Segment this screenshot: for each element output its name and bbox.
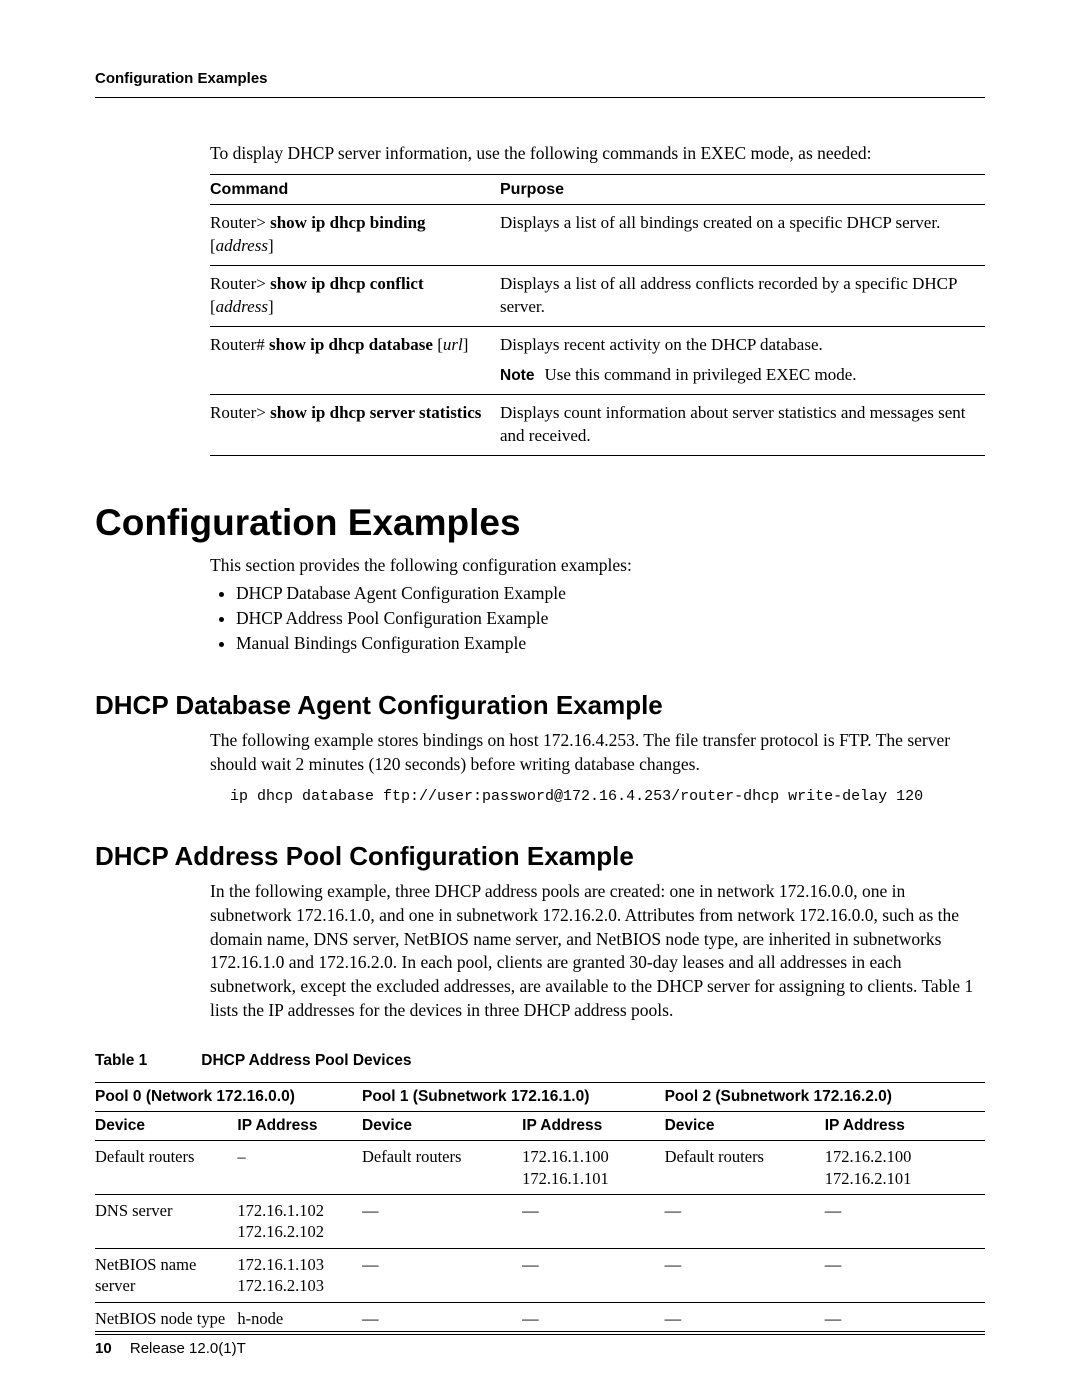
cell: 172.16.1.103 172.16.2.103 [237, 1248, 362, 1302]
cell: — [825, 1248, 985, 1302]
table-row: NetBIOS name server172.16.1.103 172.16.2… [95, 1248, 985, 1302]
sub1-paragraph: The following example stores bindings on… [210, 729, 985, 776]
cell: NetBIOS node type [95, 1302, 237, 1334]
purpose-cell: Displays recent activity on the DHCP dat… [500, 326, 985, 394]
col-header: Device [362, 1112, 522, 1141]
command-cell: Router> show ip dhcp conflict [address] [210, 265, 500, 326]
command-cell: Router> show ip dhcp binding [address] [210, 205, 500, 266]
command-cell: Router# show ip dhcp database [url] [210, 326, 500, 394]
table-row: NetBIOS node typeh-node———— [95, 1302, 985, 1334]
example-list: DHCP Database Agent Configuration Exampl… [210, 583, 985, 654]
page-footer: 10 Release 12.0(1)T [95, 1331, 985, 1357]
cell: — [665, 1195, 825, 1249]
cell: — [522, 1302, 664, 1334]
cell: – [237, 1141, 362, 1195]
table-row: Default routers–Default routers172.16.1.… [95, 1141, 985, 1195]
devices-table: Pool 0 (Network 172.16.0.0)Pool 1 (Subne… [95, 1082, 985, 1335]
cmd-header-purpose: Purpose [500, 175, 985, 205]
table-row: Router> show ip dhcp conflict [address]D… [210, 265, 985, 326]
subsection-heading: DHCP Address Pool Configuration Example [95, 841, 985, 872]
cell: h-node [237, 1302, 362, 1334]
col-header: IP Address [825, 1112, 985, 1141]
cell: DNS server [95, 1195, 237, 1249]
cell: — [362, 1195, 522, 1249]
cell: Default routers [362, 1141, 522, 1195]
cell: Default routers [95, 1141, 237, 1195]
overview-text: This section provides the following conf… [210, 554, 985, 578]
cell: — [362, 1302, 522, 1334]
subsection-heading: DHCP Database Agent Configuration Exampl… [95, 690, 985, 721]
page-number: 10 [95, 1340, 112, 1357]
cell: — [665, 1302, 825, 1334]
table-row: DNS server172.16.1.102 172.16.2.102———— [95, 1195, 985, 1249]
intro-text: To display DHCP server information, use … [210, 143, 985, 164]
cell: 172.16.1.100 172.16.1.101 [522, 1141, 664, 1195]
purpose-cell: Displays count information about server … [500, 394, 985, 455]
section-heading: Configuration Examples [95, 502, 985, 544]
cell: — [825, 1195, 985, 1249]
cell: — [665, 1248, 825, 1302]
cell: — [522, 1195, 664, 1249]
list-item: Manual Bindings Configuration Example [236, 633, 985, 654]
command-cell: Router> show ip dhcp server statistics [210, 394, 500, 455]
table-row: Router> show ip dhcp binding [address]Di… [210, 205, 985, 266]
cell: — [362, 1248, 522, 1302]
code-block: ip dhcp database ftp://user:password@172… [230, 788, 985, 805]
col-header: IP Address [522, 1112, 664, 1141]
cell: — [522, 1248, 664, 1302]
cell: 172.16.1.102 172.16.2.102 [237, 1195, 362, 1249]
cell: Default routers [665, 1141, 825, 1195]
purpose-cell: Displays a list of all address conflicts… [500, 265, 985, 326]
table-caption-num: Table 1 [95, 1052, 147, 1069]
pool-header: Pool 0 (Network 172.16.0.0) [95, 1083, 362, 1112]
release-label: Release 12.0(1)T [130, 1340, 246, 1357]
table-caption-title: DHCP Address Pool Devices [201, 1052, 411, 1069]
col-header: Device [95, 1112, 237, 1141]
running-header: Configuration Examples [95, 70, 985, 98]
cell: 172.16.2.100 172.16.2.101 [825, 1141, 985, 1195]
col-header: IP Address [237, 1112, 362, 1141]
cmd-header-command: Command [210, 175, 500, 205]
sub2-paragraph: In the following example, three DHCP add… [210, 880, 985, 1022]
list-item: DHCP Database Agent Configuration Exampl… [236, 583, 985, 604]
cell: NetBIOS name server [95, 1248, 237, 1302]
pool-header: Pool 1 (Subnetwork 172.16.1.0) [362, 1083, 665, 1112]
list-item: DHCP Address Pool Configuration Example [236, 608, 985, 629]
pool-header: Pool 2 (Subnetwork 172.16.2.0) [665, 1083, 985, 1112]
col-header: Device [665, 1112, 825, 1141]
purpose-cell: Displays a list of all bindings created … [500, 205, 985, 266]
table-row: Router> show ip dhcp server statisticsDi… [210, 394, 985, 455]
cell: — [825, 1302, 985, 1334]
table-row: Router# show ip dhcp database [url]Displ… [210, 326, 985, 394]
command-table: Command Purpose Router> show ip dhcp bin… [210, 174, 985, 456]
